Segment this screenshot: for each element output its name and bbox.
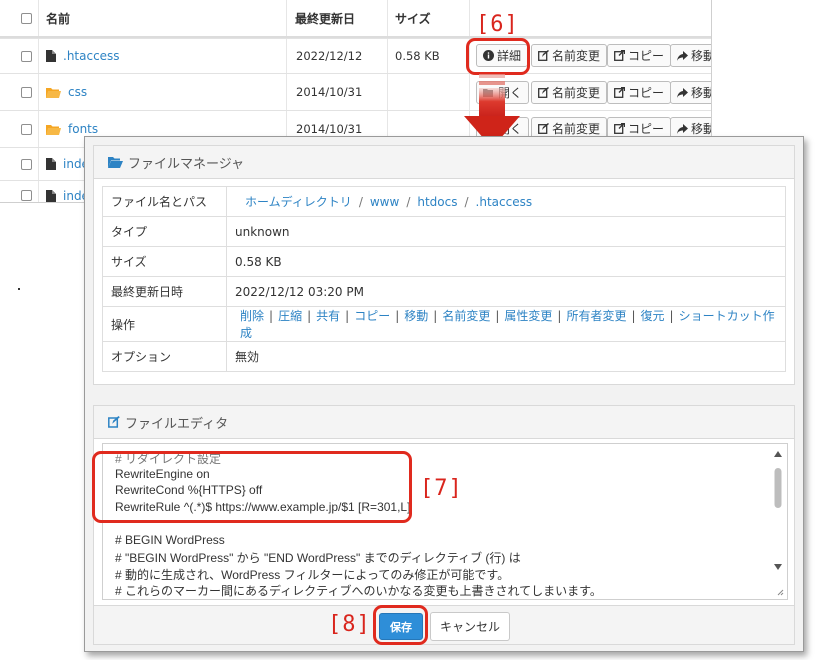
- breadcrumb-www[interactable]: www: [370, 195, 399, 209]
- scroll-up-icon: [774, 451, 782, 457]
- file-name-link[interactable]: css: [68, 85, 87, 99]
- type-label: タイプ: [102, 216, 227, 247]
- callout-7-box: [92, 451, 412, 523]
- copy-icon: [614, 87, 625, 98]
- edit-icon: [538, 123, 549, 134]
- file-list-header: 名前 最終更新日 サイズ: [0, 0, 711, 38]
- stray-dot: [18, 288, 20, 290]
- op-copy[interactable]: コピー: [354, 309, 390, 323]
- type-value: unknown: [226, 216, 786, 247]
- file-editor-title: ファイルエディタ: [125, 416, 229, 432]
- op-delete[interactable]: 削除: [240, 309, 264, 323]
- breadcrumb-file[interactable]: .htaccess: [476, 195, 533, 209]
- code-line: # これらのマーカー間にあるディレクティブへのいかなる変更も上書きされてしまいま…: [115, 584, 602, 598]
- callout-7-label: [7]: [420, 476, 463, 501]
- move-button[interactable]: 移動: [670, 44, 711, 67]
- callout-6-label: [6]: [476, 12, 519, 37]
- breadcrumb-home[interactable]: ホームディレクトリ: [245, 195, 352, 209]
- copy-button[interactable]: コピー: [607, 44, 672, 67]
- select-all-checkbox[interactable]: [21, 12, 32, 24]
- op-restore[interactable]: 復元: [641, 309, 665, 323]
- folder-icon: [46, 124, 61, 135]
- path-label: ファイル名とパス: [102, 186, 227, 217]
- scroll-thumb: [774, 468, 782, 508]
- share-icon: [677, 123, 688, 134]
- rename-button[interactable]: 名前変更: [531, 81, 608, 104]
- op-chmod[interactable]: 属性変更: [504, 309, 552, 323]
- row-checkbox[interactable]: [21, 123, 32, 135]
- code-line: # 動的に生成され、WordPress フィルターによってのみ修正が可能です。: [115, 568, 510, 582]
- size-value: 0.58 KB: [226, 246, 786, 277]
- edit-icon: [538, 87, 549, 98]
- column-modified[interactable]: 最終更新日: [295, 0, 355, 36]
- file-editor-header: ファイルエディタ: [94, 406, 794, 439]
- file-icon: [46, 189, 56, 202]
- folder-icon: [46, 87, 61, 98]
- op-rename[interactable]: 名前変更: [442, 309, 490, 323]
- row-checkbox[interactable]: [21, 50, 32, 62]
- file-icon: [46, 50, 56, 62]
- copy-icon: [614, 50, 625, 61]
- editor-scrollbar[interactable]: [769, 444, 787, 599]
- cancel-button[interactable]: キャンセル: [430, 612, 511, 641]
- modified-value: 2022/12/12 03:20 PM: [226, 276, 786, 307]
- table-row: 最終更新日時 2022/12/12 03:20 PM: [102, 276, 786, 307]
- table-row: ファイル名とパス ホームディレクトリ / www / htdocs / .htaccess: [102, 186, 786, 217]
- options-label: オプション: [102, 341, 227, 372]
- resize-handle-icon: [777, 589, 784, 596]
- file-manager-dialog: ファイルマネージャ ファイル名とパス ホームディレクトリ / www / htdocs /…: [84, 136, 804, 652]
- row-checkbox[interactable]: [21, 190, 32, 201]
- file-manager-title: ファイルマネージャ: [128, 156, 245, 172]
- code-line: # "BEGIN WordPress" から "END WordPress" ま…: [115, 551, 521, 565]
- modified-label: 最終更新日時: [102, 276, 227, 307]
- breadcrumb-htdocs[interactable]: htdocs: [417, 195, 457, 209]
- table-row: タイプ unknown: [102, 216, 786, 247]
- copy-button[interactable]: コピー: [607, 81, 672, 104]
- file-manager-panel: ファイルマネージャ ファイル名とパス ホームディレクトリ / www / htdocs /…: [93, 145, 795, 385]
- edit-icon: [538, 50, 549, 61]
- share-icon: [677, 50, 688, 61]
- file-info-table: ファイル名とパス ホームディレクトリ / www / htdocs / .htaccess …: [102, 186, 786, 372]
- operations-label: 操作: [102, 306, 227, 342]
- edit-icon: [108, 416, 120, 428]
- op-move[interactable]: 移動: [404, 309, 428, 323]
- options-value: 無効: [226, 341, 786, 372]
- callout-8-label: [8]: [328, 612, 371, 637]
- size-label: サイズ: [102, 246, 227, 277]
- column-size[interactable]: サイズ: [395, 0, 431, 36]
- op-compress[interactable]: 圧縮: [278, 309, 302, 323]
- row-checkbox[interactable]: [21, 86, 32, 98]
- op-chown[interactable]: 所有者変更: [566, 309, 626, 323]
- operations-links: 削除 | 圧縮 | 共有 | コピー | 移動 | 名前変更 | 属性変更 | 所有者変更 | 復元 | ショートカ…: [226, 306, 786, 342]
- rename-button[interactable]: 名前変更: [531, 44, 608, 67]
- breadcrumb: ホームディレクトリ / www / htdocs / .htaccess: [226, 186, 786, 217]
- table-row: サイズ 0.58 KB: [102, 246, 786, 277]
- op-share[interactable]: 共有: [316, 309, 340, 323]
- file-date: 2014/10/31: [296, 85, 363, 99]
- file-date: 2022/12/12: [296, 49, 363, 63]
- column-name[interactable]: 名前: [46, 0, 70, 36]
- scroll-down-icon: [774, 564, 782, 570]
- copy-icon: [614, 123, 625, 134]
- code-line: # BEGIN WordPress: [115, 533, 225, 547]
- file-size: 0.58 KB: [395, 49, 440, 63]
- file-name-link[interactable]: .htaccess: [63, 49, 120, 63]
- file-name-link[interactable]: fonts: [68, 122, 98, 136]
- share-icon: [677, 87, 688, 98]
- file-icon: [46, 158, 56, 170]
- move-button[interactable]: 移動: [670, 81, 711, 104]
- row-checkbox[interactable]: [21, 158, 32, 170]
- file-manager-header: ファイルマネージャ: [94, 146, 794, 179]
- table-row: 操作 削除 | 圧縮 | 共有 | コピー | 移動 | 名前変更 | 属性変更 | 所有者変更 | 復元 | ショ…: [102, 306, 786, 342]
- callout-8-box: [373, 605, 428, 645]
- folder-open-icon: [108, 156, 123, 168]
- table-row: オプション 無効: [102, 341, 786, 372]
- callout-6-box: [466, 38, 530, 75]
